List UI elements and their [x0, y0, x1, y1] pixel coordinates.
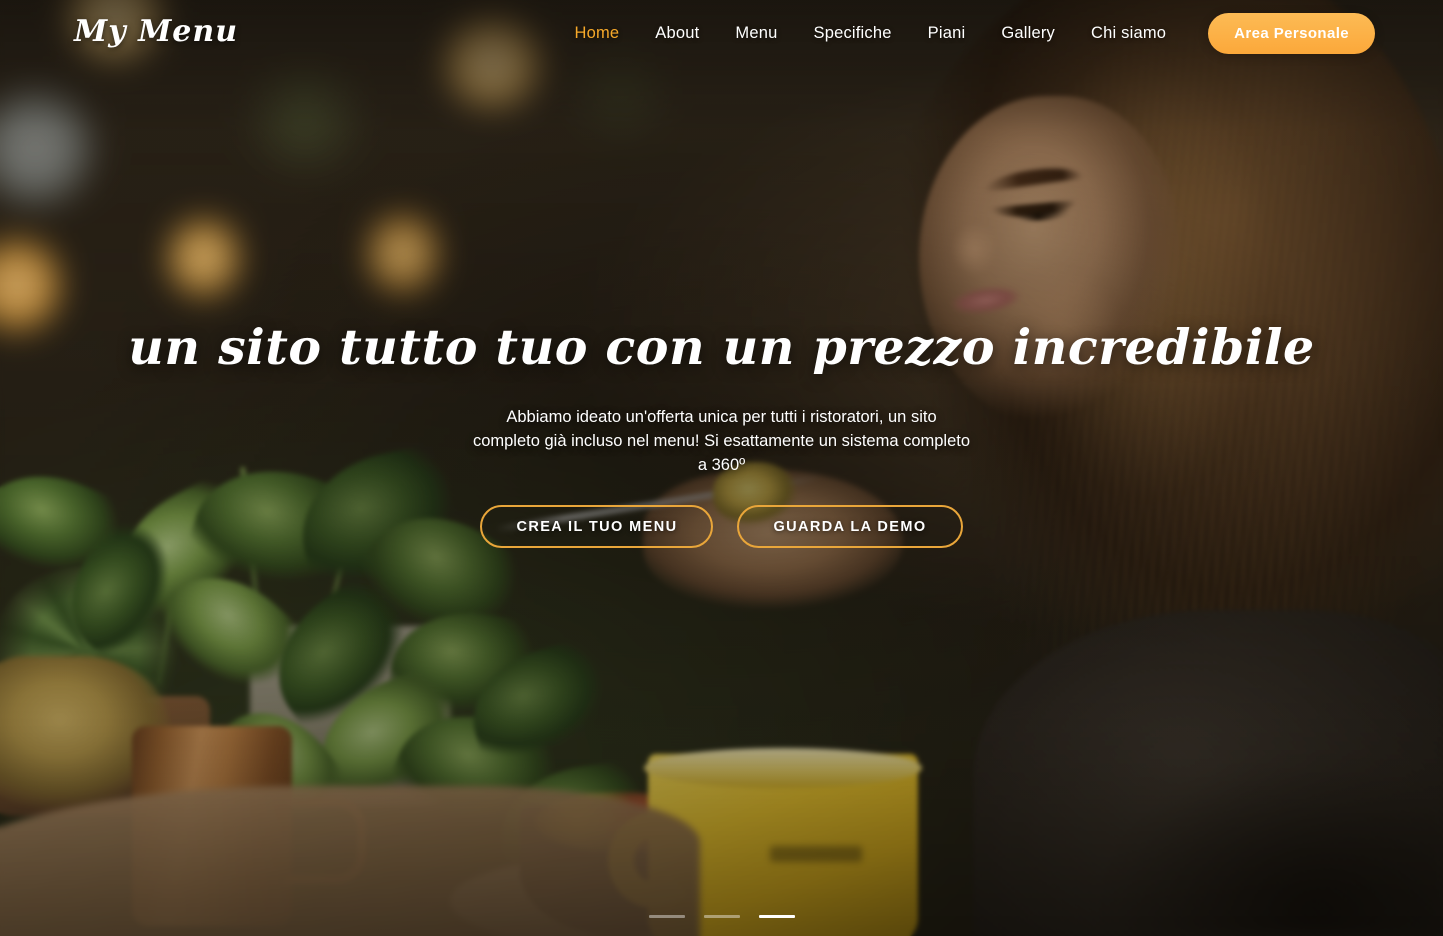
carousel-indicators	[0, 915, 1443, 918]
site-logo[interactable]: My Menu	[74, 14, 238, 49]
nav-item-piani[interactable]: Piani	[910, 24, 984, 43]
nav-item-gallery[interactable]: Gallery	[983, 24, 1073, 43]
hero-cta-group: CREA IL TUO MENU GUARDA LA DEMO	[480, 505, 963, 549]
nav-item-chi-siamo[interactable]: Chi siamo	[1073, 24, 1184, 43]
area-personale-button[interactable]: Area Personale	[1208, 12, 1375, 54]
bokeh-light-icon	[168, 212, 240, 304]
watch-demo-button[interactable]: GUARDA LA DEMO	[737, 505, 963, 549]
nav-item-home[interactable]: Home	[556, 24, 637, 43]
nav-item-specifiche[interactable]: Specifiche	[796, 24, 910, 43]
nav-item-menu[interactable]: Menu	[717, 24, 795, 43]
bokeh-light-icon	[230, 60, 380, 180]
site-header: My Menu Home About Menu Specifiche Piani Gall…	[0, 0, 1443, 66]
create-menu-button[interactable]: CREA IL TUO MENU	[480, 505, 714, 549]
hero-vignette	[1023, 676, 1443, 936]
carousel-indicator-3[interactable]	[758, 915, 795, 918]
hero-section: My Menu Home About Menu Specifiche Piani Gall…	[0, 0, 1443, 936]
main-navigation: Home About Menu Specifiche Piani Gallery Chi s…	[556, 0, 1375, 66]
carousel-indicator-1[interactable]	[648, 915, 685, 918]
nav-item-about[interactable]: About	[637, 24, 717, 43]
carousel-indicator-2[interactable]	[703, 915, 740, 918]
bokeh-light-icon	[368, 208, 438, 300]
